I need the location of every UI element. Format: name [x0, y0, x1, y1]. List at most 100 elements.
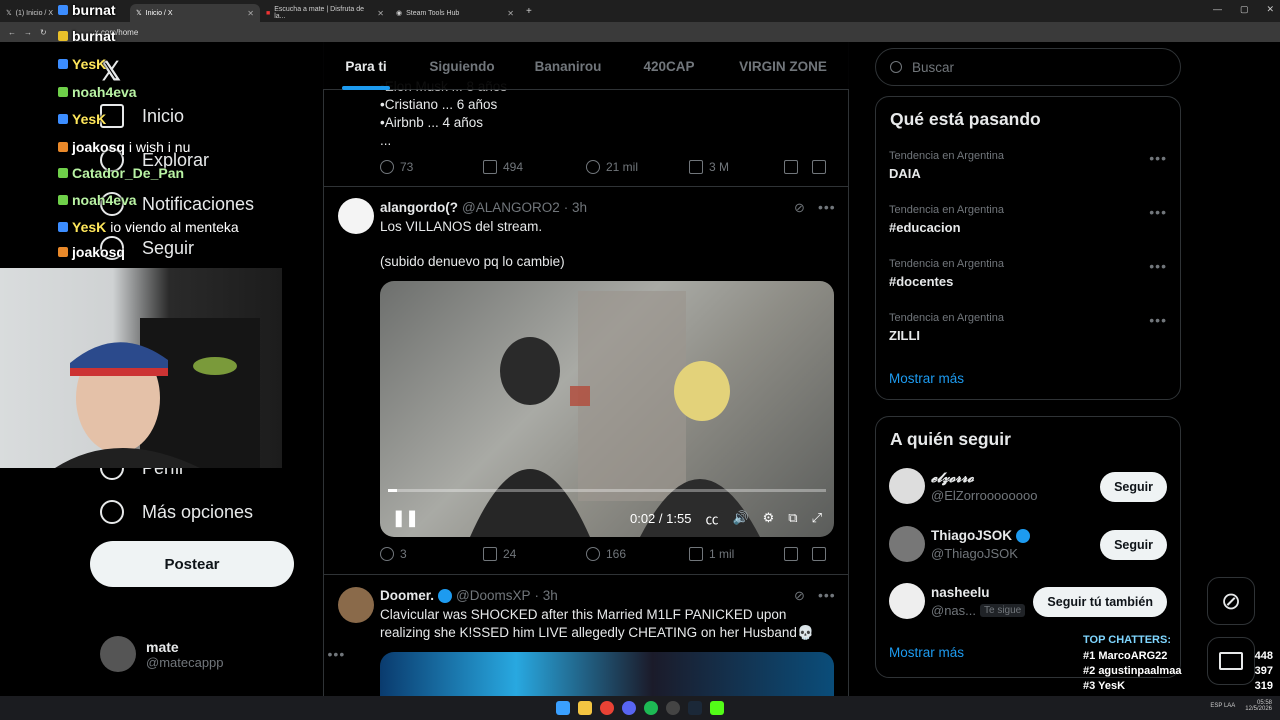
post-button[interactable]: Postear	[90, 541, 294, 587]
volume-icon[interactable]: 🔊	[732, 510, 748, 526]
x-logo-icon: 𝕏	[136, 10, 142, 17]
verified-icon	[1016, 528, 1031, 543]
tab-siguiendo[interactable]: Siguiendo	[409, 42, 515, 90]
pause-icon[interactable]: ❚❚	[392, 508, 419, 528]
grok-icon[interactable]: ⊘	[794, 200, 805, 216]
webcam-overlay	[0, 268, 282, 468]
more-dots-icon[interactable]: •••	[818, 199, 836, 215]
follow-button[interactable]: Seguir	[1100, 472, 1167, 502]
kick-icon[interactable]	[710, 701, 724, 715]
discord-icon[interactable]	[622, 701, 636, 715]
close-tab-icon[interactable]: ✕	[377, 9, 384, 18]
video-progress-track[interactable]	[388, 489, 826, 492]
tab-bananirou[interactable]: Bananirou	[515, 42, 621, 90]
pip-icon[interactable]: ⧉	[788, 510, 797, 526]
obs-icon[interactable]	[666, 701, 680, 715]
heart-icon	[586, 547, 600, 561]
chat-badge-icon	[58, 87, 68, 97]
settings-icon[interactable]: ⚙	[763, 510, 775, 526]
trend-item[interactable]: Tendencia en Argentina #educacion •••	[889, 204, 1167, 235]
video-frame	[470, 291, 760, 537]
tab-para-ti[interactable]: Para ti	[323, 42, 409, 90]
chrome-icon[interactable]	[600, 701, 614, 715]
like-button[interactable]: 21 mil	[586, 160, 689, 174]
account-name: mate	[146, 638, 179, 655]
video-player[interactable]	[380, 281, 834, 537]
follow-back-button[interactable]: Seguir tú también	[1033, 587, 1167, 617]
back-icon[interactable]: ←	[8, 28, 16, 37]
chat-line: YesK	[58, 56, 106, 72]
close-tab-icon[interactable]: ✕	[247, 9, 254, 18]
minimize-icon[interactable]: —	[1213, 4, 1222, 15]
bookmark-icon[interactable]	[784, 547, 798, 561]
reply-button[interactable]: 73	[380, 160, 483, 174]
grok-icon: ⊘	[1220, 587, 1242, 615]
chat-badge-icon	[58, 142, 68, 152]
chatter-row: #3 YesK 319	[1083, 680, 1273, 692]
chatter-row: #2 agustinpaalmaa 397	[1083, 665, 1273, 677]
new-tab-icon[interactable]: +	[526, 6, 532, 17]
trend-item[interactable]: Tendencia en Argentina DAIA •••	[889, 150, 1167, 181]
more-dots-icon[interactable]: •••	[1149, 204, 1167, 220]
follow-suggestion[interactable]: 𝓮𝓵𝔃𝓸𝓻𝓻𝓸 @ElZorroooooooo Seguir	[889, 468, 1167, 508]
restore-icon[interactable]: ▢	[1240, 4, 1249, 15]
grok-icon[interactable]: ⊘	[794, 588, 805, 604]
reload-icon[interactable]: ↻	[40, 28, 47, 37]
fullscreen-icon[interactable]: ⤢	[812, 510, 822, 526]
more-dots-icon[interactable]: •••	[818, 587, 836, 603]
avatar	[889, 468, 925, 504]
close-tab-icon[interactable]: ✕	[507, 9, 514, 18]
follow-suggestion[interactable]: ThiagoJSOK @ThiagoJSOK Seguir	[889, 526, 1167, 566]
reply-button[interactable]: 3	[380, 547, 483, 561]
grok-button[interactable]: ⊘	[1207, 577, 1255, 625]
search-icon	[890, 61, 902, 73]
steam-icon[interactable]	[688, 701, 702, 715]
browser-tab[interactable]: ■ Escucha a mate | Disfruta de la... ✕	[260, 4, 390, 22]
top-chatters-overlay: TOP CHATTERS: #1 MarcoARG22 448 #2 agusti…	[1083, 634, 1273, 692]
tab-420cap[interactable]: 420CAP	[621, 42, 717, 90]
share-icon[interactable]	[812, 547, 826, 561]
file-explorer-icon[interactable]	[578, 701, 592, 715]
browser-tab[interactable]: ◉ Steam Tools Hub ✕	[390, 4, 520, 22]
windows-start-icon[interactable]	[556, 701, 570, 715]
trend-item[interactable]: Tendencia en Argentina ZILLI •••	[889, 312, 1167, 343]
more-dots-icon[interactable]: •••	[1149, 150, 1167, 166]
video-controls: ❚❚ 0:02 / 1:55 ㏄ 🔊 ⚙ ⧉ ⤢	[392, 508, 822, 528]
avatar[interactable]	[338, 587, 374, 623]
close-window-icon[interactable]: ✕	[1266, 4, 1274, 15]
tab-virgin-zone[interactable]: VIRGIN ZONE	[717, 42, 849, 90]
tweet-header: Doomer. @DoomsXP · 3h	[380, 588, 558, 603]
forward-icon[interactable]: →	[24, 28, 32, 37]
browser-tab-active[interactable]: 𝕏 Inicio / X ✕	[130, 4, 260, 22]
more-dots-icon[interactable]: •••	[1149, 258, 1167, 274]
follow-button[interactable]: Seguir	[1100, 530, 1167, 560]
more-dots-icon[interactable]: •••	[1149, 312, 1167, 328]
captions-icon[interactable]: ㏄	[705, 509, 718, 528]
repost-button[interactable]: 494	[483, 160, 586, 174]
account-switcher[interactable]: mate @matecappp •••	[100, 636, 345, 672]
search-input[interactable]: Buscar	[875, 48, 1181, 86]
like-button[interactable]: 166	[586, 547, 689, 561]
bookmark-icon[interactable]	[784, 160, 798, 174]
divider	[323, 574, 849, 575]
trend-item[interactable]: Tendencia en Argentina #docentes •••	[889, 258, 1167, 289]
avatar[interactable]	[338, 198, 374, 234]
divider	[323, 186, 849, 187]
chat-line: YesK	[58, 111, 106, 127]
chat-badge-icon	[58, 168, 68, 178]
tweet-media[interactable]	[380, 652, 834, 696]
show-more-trends-link[interactable]: Mostrar más	[889, 371, 964, 386]
address-bar: ← → ↻ x.com/home	[0, 22, 1280, 42]
spotify-icon[interactable]	[644, 701, 658, 715]
chat-line: noah4eva	[58, 192, 137, 208]
sidebar-item-more[interactable]: Más opciones	[100, 500, 253, 524]
sidebar-item-home[interactable]: Inicio	[100, 104, 184, 128]
repost-button[interactable]: 24	[483, 547, 586, 561]
show-more-follow-link[interactable]: Mostrar más	[889, 645, 964, 660]
kick-icon: ■	[266, 9, 271, 17]
views-button[interactable]: 3 M	[689, 160, 784, 174]
follow-suggestion[interactable]: nasheelu @nas... Te sigue Seguir tú tamb…	[889, 583, 1167, 623]
views-button[interactable]: 1 mil	[689, 547, 784, 561]
x-logo-icon: 𝕏	[6, 10, 12, 17]
share-icon[interactable]	[812, 160, 826, 174]
